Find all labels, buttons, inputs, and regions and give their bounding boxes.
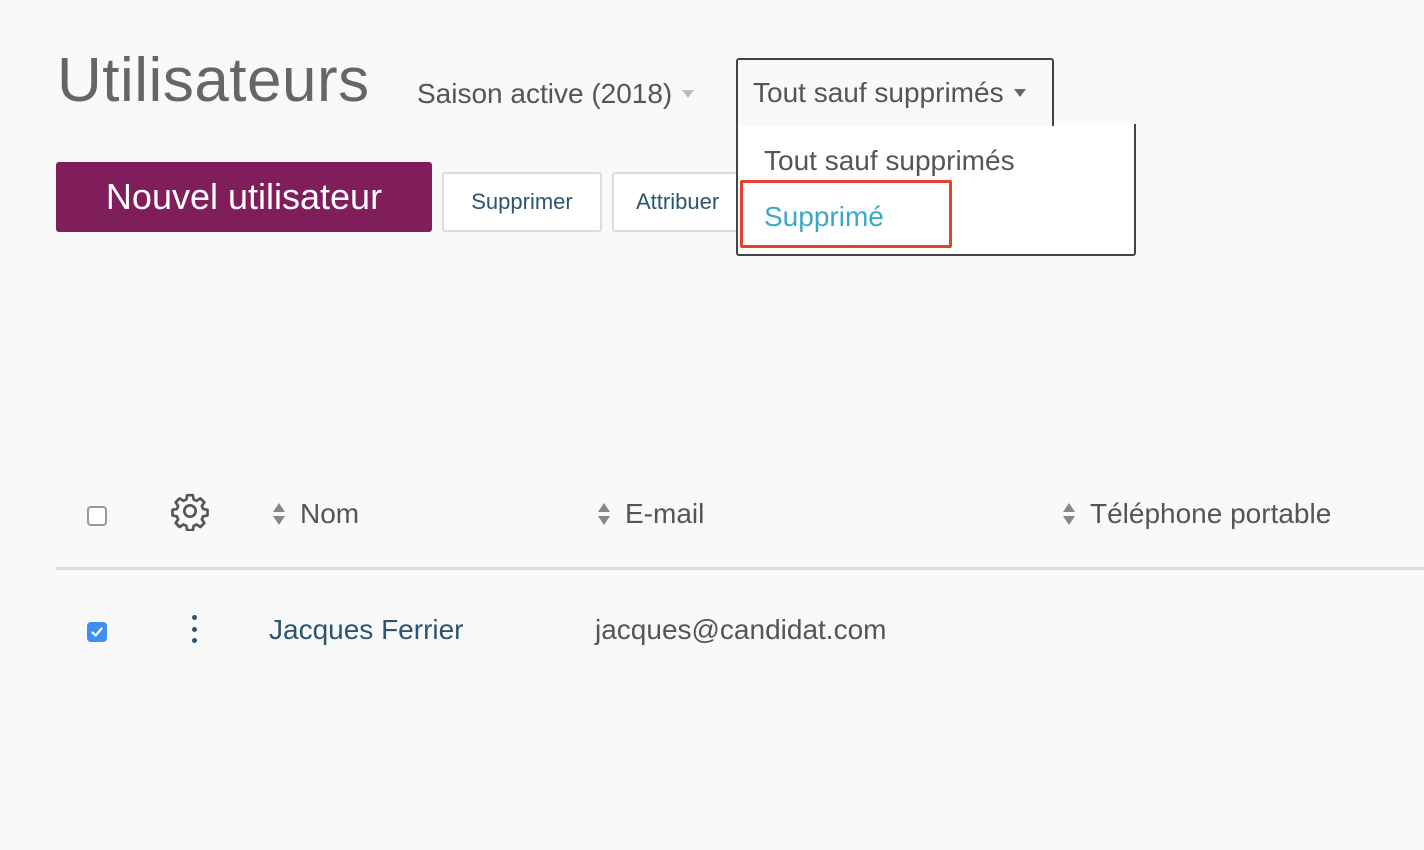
season-selector[interactable]: Saison active (2018) — [417, 77, 695, 111]
column-header-name[interactable]: Nom — [272, 497, 359, 531]
user-name-link[interactable]: Jacques Ferrier — [269, 613, 464, 647]
column-header-mobile[interactable]: Téléphone portable — [1062, 497, 1331, 531]
status-filter-menu: Tout sauf supprimés Supprimé — [736, 124, 1136, 256]
page-title: Utilisateurs — [57, 46, 370, 115]
delete-button[interactable]: Supprimer — [442, 172, 602, 232]
highlight-box — [740, 180, 952, 248]
dot — [191, 615, 197, 620]
user-email: jacques@candidat.com — [595, 614, 887, 645]
more-vertical-icon[interactable] — [183, 612, 205, 646]
status-filter-dropdown[interactable]: Tout sauf supprimés — [736, 58, 1054, 126]
sort-icon — [1063, 503, 1075, 525]
season-selector-label: Saison active (2018) — [417, 78, 673, 109]
column-header-label: Nom — [300, 498, 360, 529]
dot — [191, 638, 197, 643]
check-icon — [91, 627, 103, 637]
table-header-divider — [56, 567, 1424, 570]
column-header-label: Téléphone portable — [1090, 498, 1332, 529]
sort-icon — [273, 503, 285, 525]
chevron-down-icon — [682, 90, 695, 98]
column-header-label: E-mail — [625, 498, 705, 529]
dot — [191, 626, 197, 632]
assign-button[interactable]: Attribuer — [612, 172, 748, 232]
column-header-email[interactable]: E-mail — [597, 497, 704, 531]
status-filter-selected: Tout sauf supprimés — [753, 77, 1004, 108]
filter-option-all-except-deleted[interactable]: Tout sauf supprimés — [764, 144, 1015, 178]
new-user-button[interactable]: Nouvel utilisateur — [56, 162, 432, 232]
sort-icon — [598, 503, 610, 525]
row-checkbox[interactable] — [87, 622, 107, 642]
chevron-down-icon — [1013, 89, 1026, 97]
select-all-checkbox[interactable] — [87, 506, 107, 526]
gear-icon[interactable] — [170, 491, 210, 531]
